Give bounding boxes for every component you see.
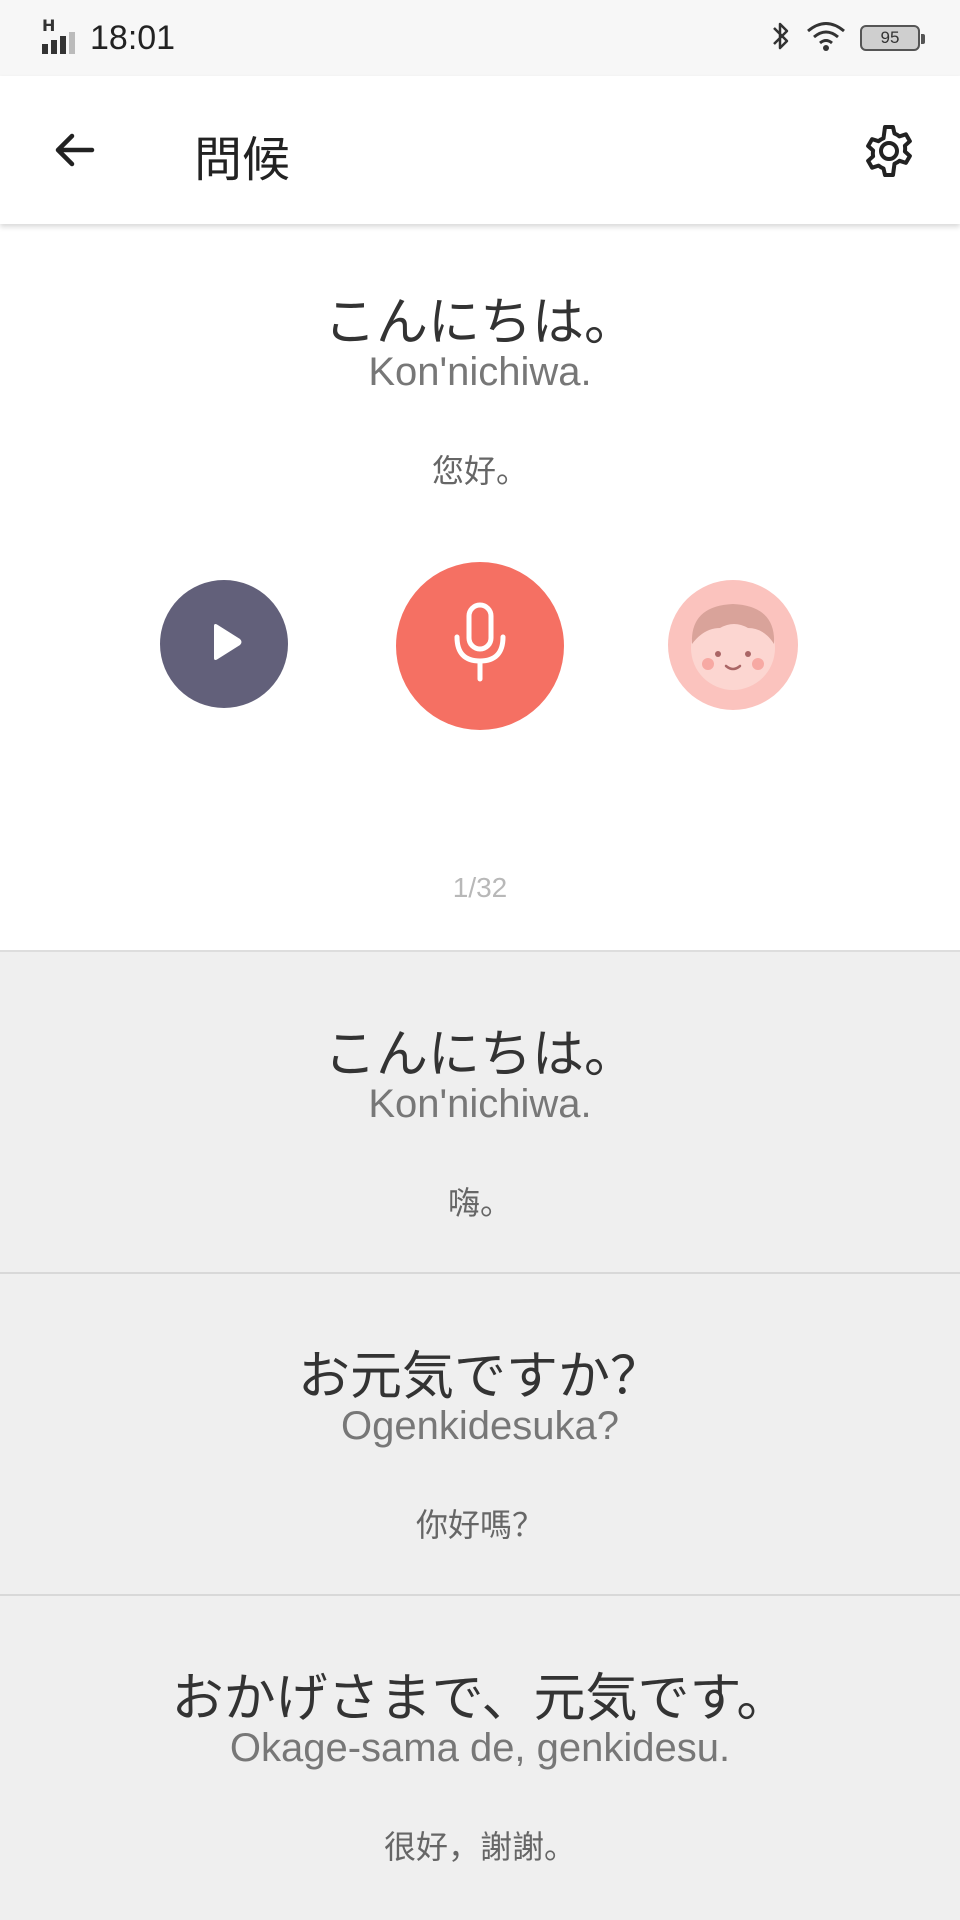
back-button[interactable] [44, 122, 104, 182]
gear-icon [861, 123, 917, 183]
network-type: H [42, 16, 56, 35]
microphone-icon [445, 599, 515, 693]
battery-level: 95 [880, 28, 900, 47]
status-left: H 18:01 [40, 16, 176, 58]
phrase-romaji: Ogenkidesuka? [341, 1404, 619, 1448]
phrase-list-item[interactable]: お元気ですか？ Ogenkidesuka? 你好嗎？ [0, 1274, 960, 1596]
bluetooth-icon [770, 19, 792, 57]
settings-button[interactable] [858, 122, 920, 184]
current-phrase-japanese: こんにちは。 [323, 293, 636, 353]
page-counter: 1/32 [452, 872, 508, 903]
page-title: 問候 [194, 132, 291, 188]
current-phrase-translation: 您好。 [431, 452, 528, 490]
phrase-translation: 嗨。 [447, 1184, 512, 1222]
back-arrow-icon [50, 126, 98, 178]
phrase-translation: 你好嗎？ [415, 1506, 544, 1544]
phrase-list-item[interactable]: こんにちは。 Kon'nichiwa. 嗨。 [0, 952, 960, 1274]
phrase-romaji: Kon'nichiwa. [368, 1082, 592, 1126]
avatar-icon [668, 580, 798, 710]
signal-icon: H [40, 16, 80, 58]
status-time: 18:01 [90, 18, 176, 57]
record-button[interactable] [396, 562, 564, 730]
phrase-japanese: おかげさまで、元気です。 [171, 1669, 789, 1729]
phrase-japanese: こんにちは。 [323, 1025, 636, 1085]
status-bar: H 18:01 95 [0, 0, 960, 76]
phrase-list-item[interactable]: おかげさまで、元気です。 Okage-sama de, genkidesu. 很… [0, 1596, 960, 1918]
app-bar: 問候 [0, 76, 960, 224]
play-button[interactable] [160, 580, 288, 708]
playback-recording-button[interactable] [668, 580, 798, 710]
phrase-list: こんにちは。 Kon'nichiwa. 嗨。 お元気ですか？ Ogenkides… [0, 952, 960, 1918]
wifi-icon [806, 20, 846, 56]
current-phrase-card: こんにちは。 Kon'nichiwa. 您好。 1/32 [0, 224, 960, 952]
status-right: 95 [770, 19, 925, 57]
current-phrase-romaji: Kon'nichiwa. [368, 350, 592, 394]
phrase-translation: 很好，謝謝。 [383, 1828, 576, 1866]
phrase-japanese: お元気ですか？ [297, 1347, 662, 1407]
play-icon [200, 618, 248, 670]
battery-icon: 95 [860, 25, 925, 51]
phrase-romaji: Okage-sama de, genkidesu. [229, 1726, 731, 1770]
